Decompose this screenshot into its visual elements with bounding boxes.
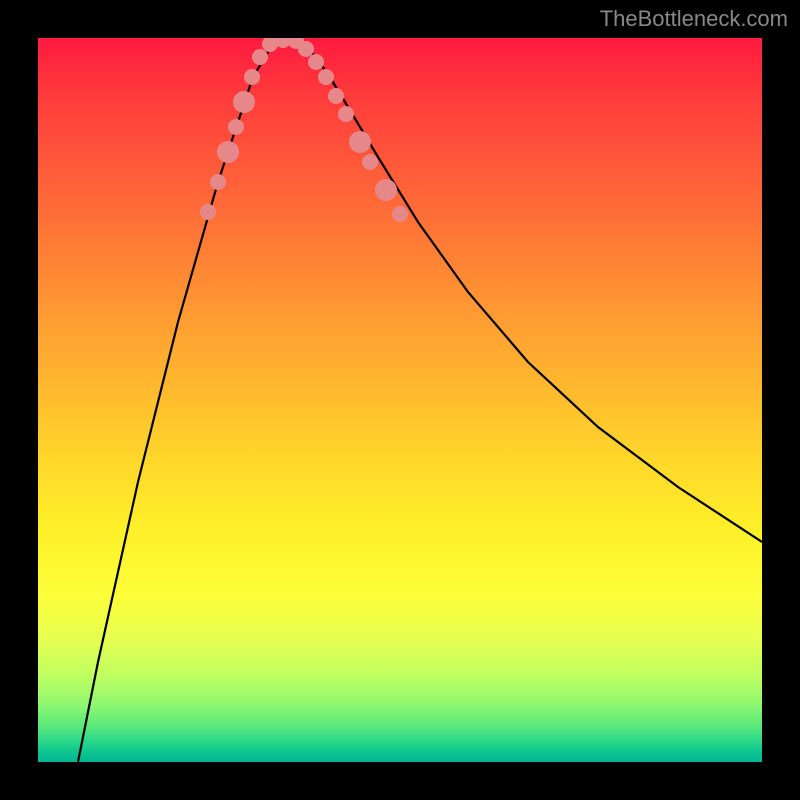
marker-point (375, 179, 397, 201)
marker-point (318, 69, 334, 85)
highlight-markers (200, 38, 408, 222)
marker-point (233, 91, 255, 113)
marker-point (252, 49, 268, 65)
marker-point (228, 119, 244, 135)
marker-point (217, 141, 239, 163)
marker-point (308, 54, 324, 70)
marker-point (298, 41, 314, 57)
marker-point (244, 69, 260, 85)
marker-point (349, 131, 371, 153)
chart-container: TheBottleneck.com (0, 0, 800, 800)
bottleneck-curve (78, 40, 762, 762)
marker-point (210, 174, 226, 190)
chart-svg (38, 38, 762, 762)
marker-point (328, 88, 344, 104)
watermark-text: TheBottleneck.com (600, 6, 788, 32)
marker-point (200, 204, 216, 220)
marker-point (392, 206, 408, 222)
plot-area (38, 38, 762, 762)
marker-point (362, 154, 378, 170)
marker-point (338, 106, 354, 122)
